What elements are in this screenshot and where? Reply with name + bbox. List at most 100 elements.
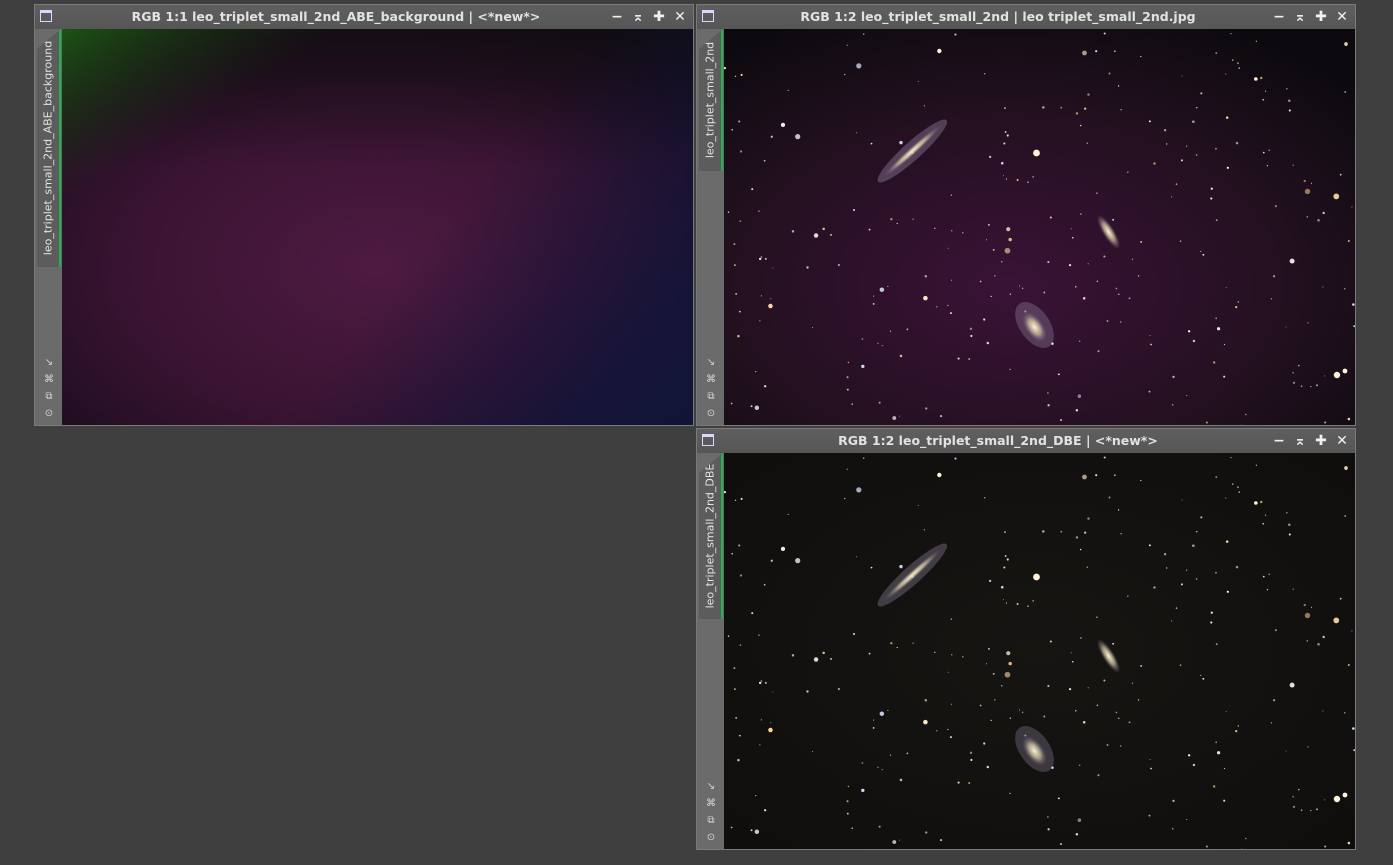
shade-button[interactable]: ⌅ [1291,8,1309,26]
window-titlebar[interactable]: RGB 1:2 leo_triplet_small_2nd | leo trip… [697,5,1355,29]
star [1351,206,1353,208]
close-button[interactable]: ✕ [671,8,689,26]
background-model-image [62,29,693,425]
star [1075,833,1079,836]
star [1175,183,1178,185]
star [988,155,992,159]
star [1192,544,1195,547]
mask-icon[interactable]: ⌘ [705,374,717,386]
star [1235,141,1239,145]
star [1079,124,1082,127]
star [1292,796,1294,798]
star [950,618,953,620]
star [1236,486,1239,489]
star [1080,213,1082,215]
star [1186,394,1188,396]
maximize-button[interactable]: ✚ [1312,432,1330,450]
star [950,279,953,281]
mask-icon[interactable]: ⌘ [705,798,717,810]
view-identifier-tab[interactable]: leo_triplet_small_2nd [699,29,723,171]
star [1096,192,1098,194]
star [1075,285,1077,288]
star [1289,682,1295,688]
window-menu-icon[interactable] [40,10,52,22]
clone-icon[interactable]: ⧉ [705,391,717,403]
minimize-button[interactable]: − [1270,432,1288,450]
star [1137,275,1140,277]
star [983,742,986,745]
minimize-button[interactable]: − [1270,8,1288,26]
star [1274,205,1277,208]
star [1288,533,1291,536]
close-button[interactable]: ✕ [1333,432,1351,450]
bright-star [1254,77,1258,81]
star [852,208,856,212]
maximize-button[interactable]: ✚ [1312,8,1330,26]
star [813,657,819,662]
maximize-button[interactable]: ✚ [650,8,668,26]
star [739,220,742,222]
star [1004,131,1007,133]
star [1292,164,1294,166]
window-titlebar[interactable]: RGB 1:1 leo_triplet_small_2nd_ABE_backgr… [35,5,693,29]
star [1225,540,1229,543]
star [1171,827,1174,830]
mask-icon[interactable]: ⌘ [43,374,55,386]
star [760,680,763,682]
image-viewport[interactable] [724,453,1355,849]
star [1165,143,1168,145]
star [734,499,737,502]
star [1095,50,1098,53]
star [1333,617,1340,624]
window-menu-icon[interactable] [702,10,714,22]
clone-icon[interactable]: ⧉ [705,815,717,827]
star [1086,566,1089,568]
star [1200,674,1202,676]
star [1215,476,1218,479]
target-icon[interactable]: ⊙ [705,408,717,420]
star [899,778,903,782]
view-identifier-tab[interactable]: leo_triplet_small_2nd_DBE [699,453,723,619]
star [1077,394,1082,398]
star [1226,166,1229,169]
link-arrow-icon[interactable]: ↘ [705,357,717,369]
minimize-button[interactable]: − [608,8,626,26]
star [1047,816,1049,818]
star [1080,637,1082,639]
view-identifier-tab[interactable]: leo_triplet_small_2nd_ABE_background [37,29,61,267]
star [727,211,730,213]
star [735,717,737,719]
star [861,364,865,369]
bright-star [1342,368,1348,374]
star [843,497,846,500]
star [1192,763,1196,767]
window-menu-icon[interactable] [702,434,714,446]
star [730,826,733,829]
star [1047,828,1050,831]
target-icon[interactable]: ⊙ [705,832,717,844]
star [764,257,767,260]
link-arrow-icon[interactable]: ↘ [43,357,55,369]
star [758,210,760,212]
clone-icon[interactable]: ⧉ [43,391,55,403]
link-arrow-icon[interactable]: ↘ [705,781,717,793]
close-button[interactable]: ✕ [1333,8,1351,26]
star [731,552,734,555]
star [780,122,786,128]
image-viewport[interactable] [62,29,693,425]
star [950,703,953,705]
window-sidebar: leo_triplet_small_2nd_ABE_background ↘ ⌘… [35,29,61,425]
star [755,371,757,373]
star [1236,62,1239,65]
star [811,751,814,753]
star [1000,585,1004,589]
target-icon[interactable]: ⊙ [43,408,55,420]
shade-button[interactable]: ⌅ [1291,432,1309,450]
image-viewport[interactable] [724,29,1355,425]
shade-button[interactable]: ⌅ [629,8,647,26]
star [899,839,901,841]
star [923,105,926,107]
window-titlebar[interactable]: RGB 1:2 leo_triplet_small_2nd_DBE | <*ne… [697,429,1355,453]
star [1223,767,1226,770]
star [1163,553,1167,556]
